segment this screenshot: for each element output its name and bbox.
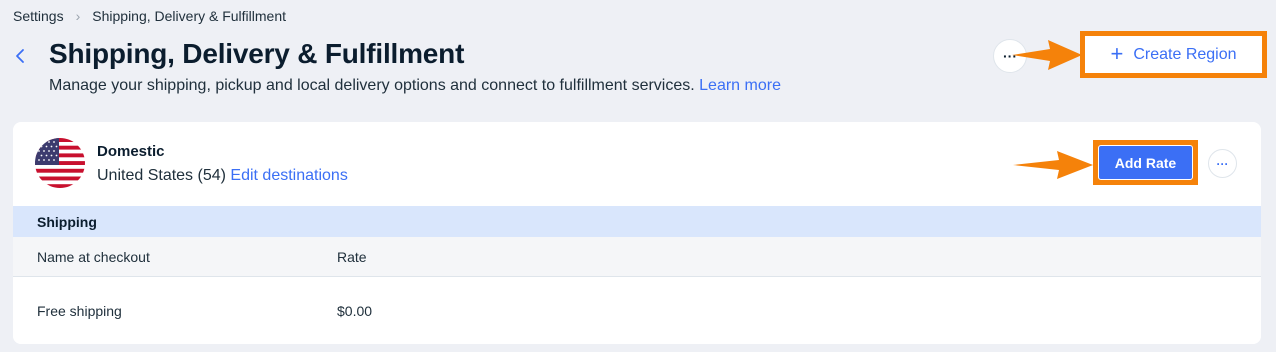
create-region-button[interactable]: + Create Region <box>1080 31 1267 78</box>
region-card: Domestic United States (54) Edit destina… <box>13 122 1261 344</box>
chevron-left-icon <box>16 49 24 63</box>
chevron-right-icon: › <box>75 8 81 24</box>
shipping-section-header: Shipping <box>13 206 1261 237</box>
breadcrumb-current: Shipping, Delivery & Fulfillment <box>92 8 287 24</box>
page-subtitle: Manage your shipping, pickup and local d… <box>49 77 781 95</box>
subtitle-text: Manage your shipping, pickup and local d… <box>49 77 695 94</box>
table-header: Name at checkout Rate <box>13 237 1261 277</box>
learn-more-link[interactable]: Learn more <box>699 77 781 94</box>
rate-name: Free shipping <box>37 302 122 319</box>
region-name: Domestic <box>97 143 165 160</box>
add-rate-highlight: Add Rate <box>1093 140 1198 185</box>
table-row[interactable]: Free shipping $0.00 <box>13 277 1261 344</box>
us-flag-icon <box>35 138 85 188</box>
page-title: Shipping, Delivery & Fulfillment <box>49 38 465 69</box>
plus-icon: + <box>1110 40 1124 66</box>
annotation-arrow-icon <box>1013 151 1093 179</box>
column-header-rate: Rate <box>337 248 367 265</box>
region-more-button[interactable]: ··· <box>1208 149 1237 178</box>
create-region-label: Create Region <box>1133 45 1237 63</box>
add-rate-button[interactable]: Add Rate <box>1098 145 1193 180</box>
edit-destinations-link[interactable]: Edit destinations <box>230 167 347 184</box>
breadcrumb: Settings › Shipping, Delivery & Fulfillm… <box>13 8 286 24</box>
destinations-count: United States (54) <box>97 167 226 184</box>
region-destinations: United States (54) Edit destinations <box>97 167 348 185</box>
back-button[interactable] <box>10 44 30 68</box>
breadcrumb-settings-link[interactable]: Settings <box>13 8 64 24</box>
rate-value: $0.00 <box>337 302 373 319</box>
annotation-arrow-icon <box>1012 40 1082 70</box>
column-header-name: Name at checkout <box>37 248 150 265</box>
